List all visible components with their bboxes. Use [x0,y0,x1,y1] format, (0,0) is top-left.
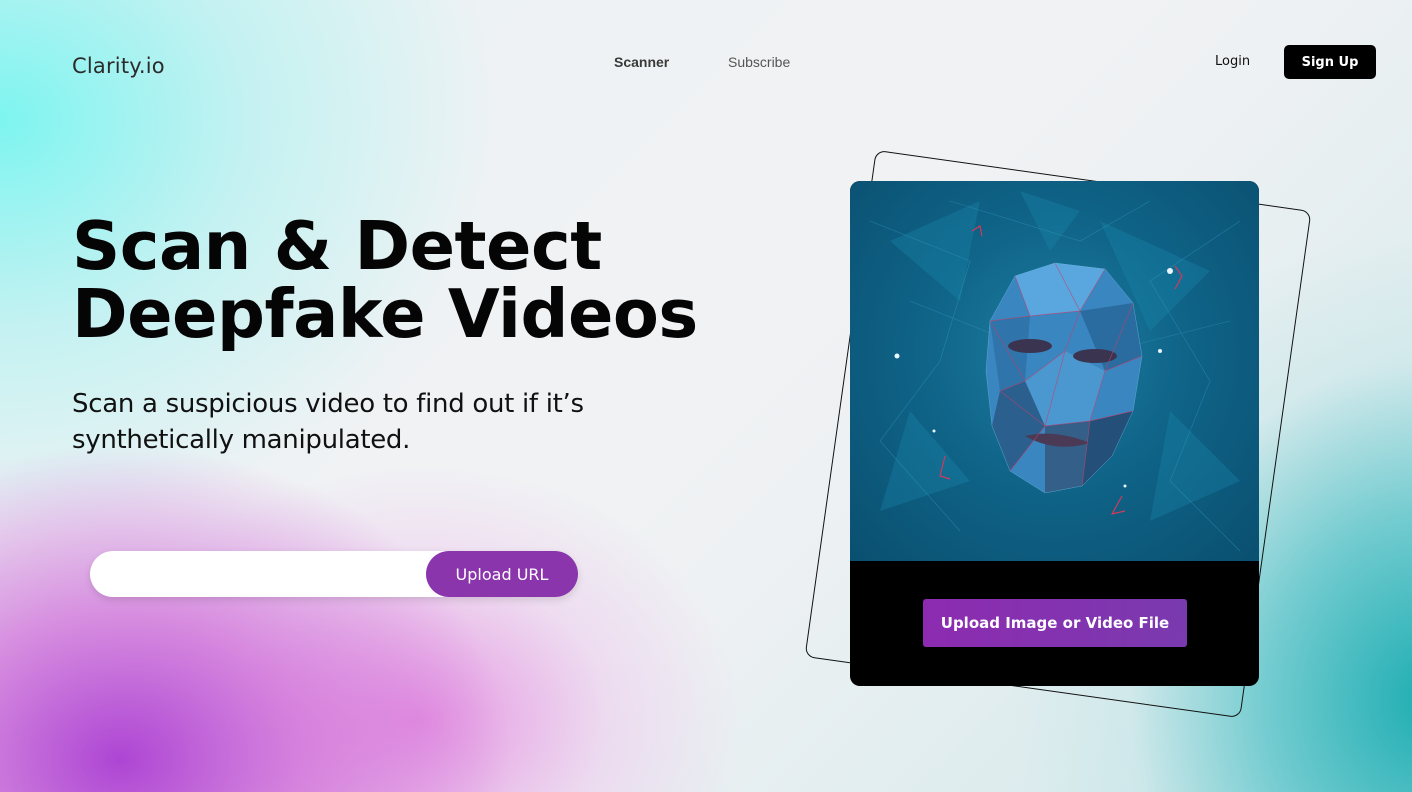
upload-file-button[interactable]: Upload Image or Video File [923,599,1187,647]
url-input[interactable] [104,551,424,597]
hero-title-line2: Deepfake Videos [72,275,698,353]
hero-subtitle: Scan a suspicious video to find out if i… [72,389,584,455]
login-link[interactable]: Login [1215,54,1250,69]
hero-title-line1: Scan & Detect [72,207,602,285]
upload-card: Upload Image or Video File [850,181,1259,686]
url-upload-bar: Upload URL [90,551,578,597]
signup-button[interactable]: Sign Up [1284,45,1376,79]
upload-url-button[interactable]: Upload URL [426,551,578,597]
nav-link-subscribe[interactable]: Subscribe [728,54,790,70]
wireframe-face-icon [850,181,1259,561]
logo[interactable]: Clarity.io [72,54,165,78]
nav-link-scanner[interactable]: Scanner [614,54,669,70]
hero-title: Scan & Detect Deepfake Videos [72,212,698,348]
